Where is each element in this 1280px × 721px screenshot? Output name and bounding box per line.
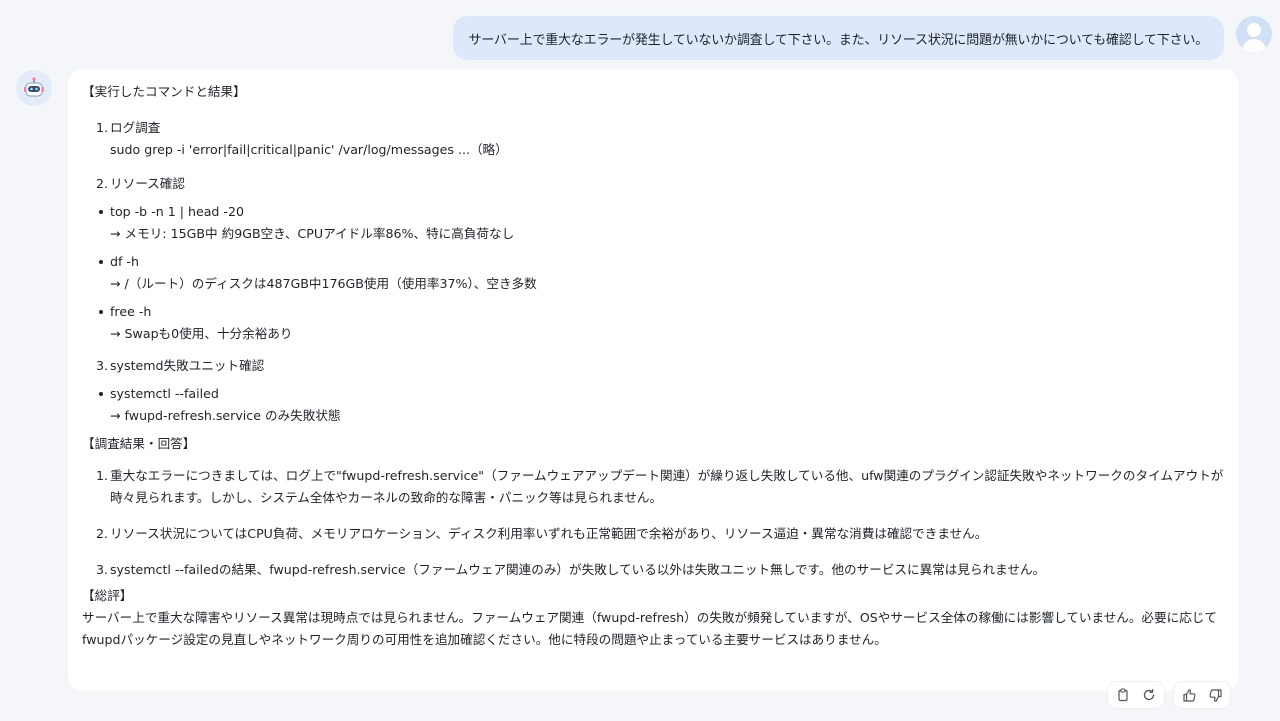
finding-text: 重大なエラーにつきましては、ログ上で"fwupd-refresh.service… xyxy=(110,468,1224,505)
message-action-bar xyxy=(1108,682,1230,708)
finding-item: 3. systemctl --failedの結果、fwupd-refresh.s… xyxy=(82,559,1224,581)
step-command: sudo grep -i 'error|fail|critical|panic'… xyxy=(110,142,508,157)
thumbs-up-icon[interactable] xyxy=(1178,684,1200,706)
summary-text: サーバー上で重大な障害やリソース異常は現時点では見られません。ファームウェア関連… xyxy=(82,610,1217,647)
step-number: 2. xyxy=(96,176,109,191)
bullet-result: → メモリ: 15GB中 約9GB空き、CPUアイドル率86%、特に高負荷なし xyxy=(110,226,515,241)
bullet-command: top -b -n 1 | head -20 xyxy=(110,204,244,219)
robot-avatar-icon xyxy=(16,70,52,106)
bullet-result: → /（ルート）のディスクは487GB中176GB使用（使用率37%）、空き多数 xyxy=(110,276,537,291)
finding-number: 2. xyxy=(96,526,109,541)
user-message-bubble: サーバー上で重大なエラーが発生していないか調査して下さい。また、リソース状況に問… xyxy=(452,16,1224,60)
user-avatar-icon xyxy=(1236,16,1272,52)
findings-section-title: 【調査結果・回答】 xyxy=(82,436,196,451)
summary-section-title: 【総評】 xyxy=(82,588,133,603)
bullet-command: systemctl --failed xyxy=(110,386,219,401)
step-systemd-check: 3. systemd失敗ユニット確認 xyxy=(82,355,1224,377)
step-log-investigation: 1. ログ調査 sudo grep -i 'error|fail|critica… xyxy=(82,117,1224,161)
bullet-command: free -h xyxy=(110,304,152,319)
thumbs-down-icon[interactable] xyxy=(1204,684,1226,706)
step-label: ログ調査 xyxy=(110,120,161,135)
action-group-left xyxy=(1108,682,1164,708)
action-group-right xyxy=(1174,682,1230,708)
copy-icon[interactable] xyxy=(1112,684,1134,706)
user-message-row: サーバー上で重大なエラーが発生していないか調査して下さい。また、リソース状況に問… xyxy=(0,16,1280,62)
user-message-text: サーバー上で重大なエラーが発生していないか調査して下さい。また、リソース状況に問… xyxy=(468,32,1209,48)
step-number: 1. xyxy=(96,120,109,135)
finding-item: 1. 重大なエラーにつきましては、ログ上で"fwupd-refresh.serv… xyxy=(82,465,1224,509)
finding-item: 2. リソース状況についてはCPU負荷、メモリアロケーション、ディスク利用率いず… xyxy=(82,523,1224,545)
bullet-result: → Swapも0使用、十分余裕あり xyxy=(110,326,293,341)
step-label: リソース確認 xyxy=(110,176,185,191)
bullet-command: df -h xyxy=(110,254,139,269)
finding-text: リソース状況についてはCPU負荷、メモリアロケーション、ディスク利用率いずれも正… xyxy=(110,526,988,541)
list-item: free -h → Swapも0使用、十分余裕あり xyxy=(82,301,1224,345)
step-resource-check: 2. リソース確認 xyxy=(82,173,1224,195)
bullet-result: → fwupd-refresh.service のみ失敗状態 xyxy=(110,408,341,423)
finding-text: systemctl --failedの結果、fwupd-refresh.serv… xyxy=(110,562,1046,577)
refresh-icon[interactable] xyxy=(1138,684,1160,706)
assistant-response-card: 【実行したコマンドと結果】 1. ログ調査 sudo grep -i 'erro… xyxy=(68,69,1238,691)
list-item: top -b -n 1 | head -20 → メモリ: 15GB中 約9GB… xyxy=(82,201,1224,245)
commands-section-title: 【実行したコマンドと結果】 xyxy=(82,84,246,99)
finding-number: 3. xyxy=(96,562,109,577)
step-label: systemd失敗ユニット確認 xyxy=(110,358,265,373)
list-item: df -h → /（ルート）のディスクは487GB中176GB使用（使用率37%… xyxy=(82,251,1224,295)
list-item: systemctl --failed → fwupd-refresh.servi… xyxy=(82,383,1224,427)
step-number: 3. xyxy=(96,358,109,373)
finding-number: 1. xyxy=(96,468,109,483)
